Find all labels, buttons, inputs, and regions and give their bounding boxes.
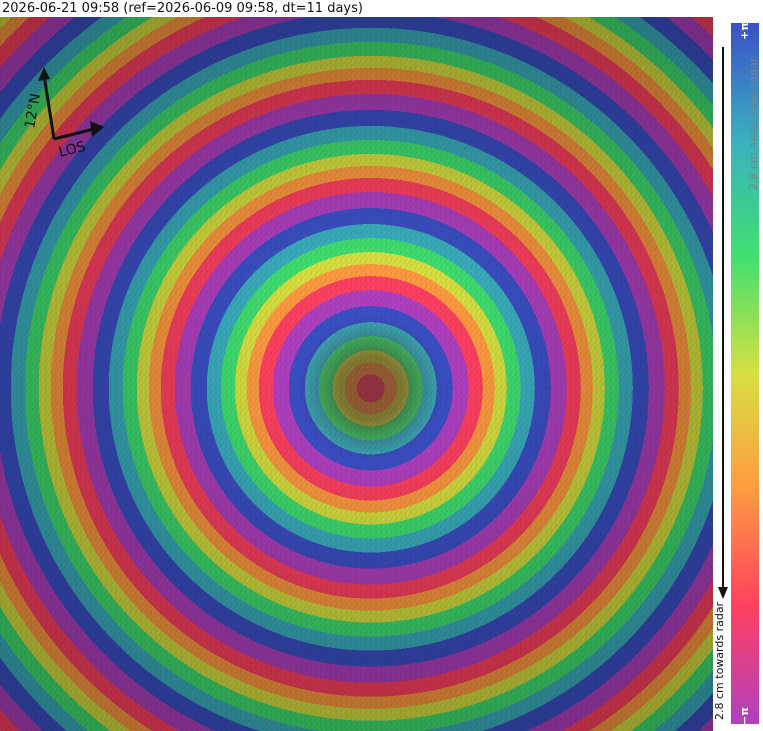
north-label: 12°N bbox=[24, 92, 44, 130]
colorbar-top-label: +π bbox=[738, 22, 751, 40]
colorbar-bottom-label: −π bbox=[738, 707, 751, 725]
image-title: 2026-06-21 09:58 (ref=2026-06-09 09:58, … bbox=[2, 1, 363, 16]
los-arrow-icon bbox=[53, 121, 104, 141]
towards-radar-label: 2.8 cm towards radar bbox=[713, 601, 726, 720]
los-label: LOS bbox=[57, 139, 87, 157]
compass: 12°N LOS bbox=[24, 67, 104, 157]
away-from-radar-label: 2.8 cm away from radar bbox=[747, 57, 760, 190]
interferogram-map: 12°N LOS bbox=[0, 17, 713, 731]
